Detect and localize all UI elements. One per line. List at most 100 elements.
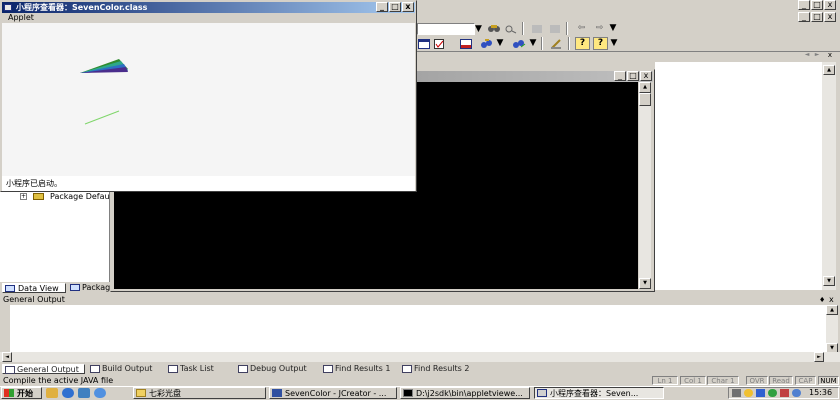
output-vertical-scrollbar[interactable]: ▲ ▼ (826, 305, 838, 355)
output-text-area[interactable] (10, 305, 826, 355)
ide-minimize-button[interactable]: _ (798, 0, 810, 10)
tab-debug-output[interactable]: Debug Output (236, 364, 316, 374)
panel-pin-icon[interactable]: ♦ (819, 295, 825, 305)
execute-dropdown-icon[interactable]: ▼ (529, 37, 537, 50)
applet-maximize-button[interactable]: □ (389, 2, 401, 12)
ide-mdi-controls: _ □ x (798, 12, 840, 22)
scroll-up-button[interactable]: ▲ (826, 305, 838, 315)
quick-launch-icon-2[interactable] (62, 388, 74, 398)
mdi-minimize-button[interactable]: _ (798, 12, 810, 22)
combobox-dropdown-icon[interactable]: ▼ (474, 23, 483, 35)
task-seven-color-disc[interactable]: 七彩光盘 (133, 387, 266, 399)
scroll-down-button[interactable]: ▼ (823, 276, 835, 286)
find-results-icon (323, 365, 333, 373)
tray-icon-5[interactable] (780, 389, 789, 397)
tray-icon-1[interactable] (732, 389, 741, 397)
task-applet-viewer[interactable]: 小程序查看器：Seven... (534, 387, 664, 399)
toolbar-separator (522, 22, 524, 35)
taskbar-clock[interactable]: 15:36 (809, 388, 832, 398)
folder-icon (136, 389, 146, 397)
indent-icon[interactable] (529, 22, 544, 35)
execute-icon[interactable] (511, 37, 526, 50)
tray-icon-3[interactable] (756, 389, 765, 397)
mdi-close-button[interactable]: x (824, 12, 836, 22)
console-icon (403, 389, 413, 397)
quick-launch-icon-4[interactable] (94, 388, 106, 398)
tab-find-results-1[interactable]: Find Results 1 (321, 364, 397, 374)
status-line: Ln 1 (652, 376, 678, 385)
task-label: 七彩光盘 (149, 389, 181, 398)
navigate-back-icon[interactable]: ⇦ (574, 22, 589, 35)
toolbar-separator (568, 37, 570, 50)
panel-close-icon[interactable]: x (829, 295, 834, 305)
package-folder-icon (33, 193, 44, 200)
console-maximize-button[interactable]: □ (627, 71, 639, 81)
help-icon[interactable]: ? (575, 37, 590, 50)
scroll-thumb[interactable] (639, 93, 651, 106)
scroll-up-button[interactable]: ▲ (639, 82, 651, 93)
compile-icon[interactable] (479, 37, 494, 50)
find-icon[interactable] (486, 22, 501, 35)
tab-find-results-2[interactable]: Find Results 2 (400, 364, 476, 374)
applet-drawing (80, 59, 128, 125)
quick-launch-icon-1[interactable] (46, 388, 58, 398)
applet-titlebar[interactable]: 小程序查看器：SevenColor.class _ □ x (2, 2, 415, 13)
tray-icon-6[interactable] (792, 389, 801, 397)
ide-close-button[interactable]: x (824, 0, 836, 10)
applet-minimize-button[interactable]: _ (376, 2, 388, 12)
windows-logo-icon (4, 389, 14, 397)
tab-package-view[interactable]: Packag (68, 283, 110, 293)
task-jcreator[interactable]: SevenColor - JCreator - ... (269, 387, 397, 399)
tabs-scroll-left-icon[interactable]: ◄ (802, 50, 812, 60)
scroll-left-button[interactable]: ◄ (2, 352, 12, 362)
quick-launch-icon-3[interactable] (78, 388, 90, 398)
toolbar-overflow-icon-2[interactable]: ▼ (610, 37, 618, 50)
tab-general-output[interactable]: General Output (2, 364, 85, 374)
status-read: Read (769, 376, 793, 385)
task-appletviewer-console[interactable]: D:\j2sdk\bin\appletviewe... (400, 387, 530, 399)
scroll-down-button[interactable]: ▼ (639, 278, 651, 289)
tab-task-list[interactable]: Task List (166, 364, 232, 374)
navigate-forward-icon[interactable]: ⇨ (592, 22, 607, 35)
applet-canvas[interactable] (2, 23, 415, 176)
tray-icon-4[interactable] (768, 389, 777, 397)
toolbar-combobox[interactable] (417, 23, 475, 35)
editor-area[interactable] (655, 62, 822, 290)
data-view-icon (5, 285, 15, 292)
tab-data-view[interactable]: Data View (2, 283, 66, 293)
tabs-close-icon[interactable]: x (825, 50, 835, 60)
scroll-up-button[interactable]: ▲ (823, 65, 835, 75)
status-message: Compile the active JAVA file (3, 376, 114, 385)
applet-status-bar: 小程序已启动。 (2, 176, 415, 191)
start-label: 开始 (17, 389, 33, 398)
replace-icon[interactable] (503, 22, 518, 35)
applet-viewer-window[interactable]: 小程序查看器：SevenColor.class _ □ x Applet 小程序… (0, 0, 417, 192)
ide-maximize-button[interactable]: □ (811, 0, 823, 10)
tree-item-label: Package Defau (50, 192, 110, 201)
scroll-right-button[interactable]: ► (814, 352, 824, 362)
compile-dropdown-icon[interactable]: ▼ (496, 37, 504, 50)
output-window-icon[interactable] (458, 37, 473, 50)
toolbar-overflow-icon[interactable]: ▼ (609, 22, 617, 35)
console-vertical-scrollbar[interactable]: ▲ ▼ (639, 82, 651, 289)
applet-close-button[interactable]: x (402, 2, 414, 12)
toolbar-separator (566, 22, 568, 35)
console-minimize-button[interactable]: _ (614, 71, 626, 81)
outdent-icon[interactable] (547, 22, 562, 35)
output-horizontal-scrollbar[interactable]: ◄ ► (0, 352, 840, 362)
tray-icon-2[interactable] (744, 389, 753, 397)
editor-vertical-scrollbar[interactable]: ▲ ▼ (822, 62, 836, 290)
console-close-button[interactable]: x (640, 71, 652, 81)
applet-menu[interactable]: Applet (8, 13, 34, 22)
window-layout-icon[interactable] (416, 37, 431, 50)
tab-build-output[interactable]: Build Output (88, 364, 162, 374)
mdi-restore-button[interactable]: □ (811, 12, 823, 22)
toggle-checkbox-icon[interactable] (432, 37, 447, 50)
toolbar-separator (541, 37, 543, 50)
status-column: Col 1 (680, 376, 706, 385)
tabs-scroll-right-icon[interactable]: ► (812, 50, 822, 60)
debug-icon[interactable] (548, 37, 563, 50)
start-button[interactable]: 开始 (1, 387, 42, 399)
tree-expander-icon[interactable]: + (20, 193, 27, 200)
context-help-icon[interactable]: ? (593, 37, 608, 50)
